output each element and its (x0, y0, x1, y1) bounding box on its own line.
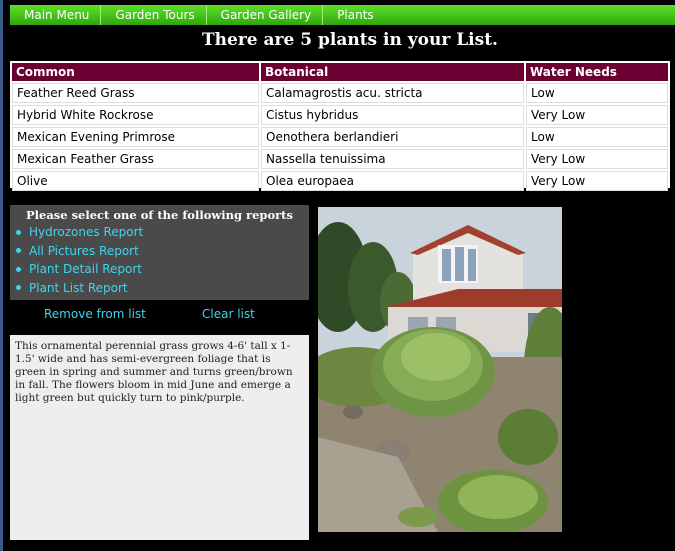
bullet-icon (16, 266, 21, 272)
table-row[interactable]: Mexican Evening Primrose Oenothera berla… (12, 127, 668, 147)
nav-garden-gallery[interactable]: Garden Gallery (207, 5, 324, 25)
table-row[interactable]: Hybrid White Rockrose Cistus hybridus Ve… (12, 105, 668, 125)
cell-water-needs: Low (526, 83, 668, 103)
plant-photo (318, 207, 562, 532)
cell-common: Olive (12, 171, 259, 191)
cell-water-needs: Very Low (526, 171, 668, 191)
report-label: All Pictures Report (29, 243, 139, 258)
nav-main-menu[interactable]: Main Menu (10, 5, 102, 25)
reports-title: Please select one of the following repor… (26, 208, 293, 222)
cell-common: Mexican Evening Primrose (12, 127, 259, 147)
cell-botanical: Olea europaea (261, 171, 524, 191)
table-row[interactable]: Feather Reed Grass Calamagrostis acu. st… (12, 83, 668, 103)
reports-list: Hydrozones Report All Pictures Report Pl… (10, 223, 309, 297)
table-header-row: Common Botanical Water Needs (12, 63, 668, 81)
header-water-needs: Water Needs (526, 63, 668, 81)
reports-panel: Please select one of the following repor… (10, 205, 309, 300)
cell-botanical: Cistus hybridus (261, 105, 524, 125)
window-edge (0, 0, 3, 551)
report-link-plant-list[interactable]: Plant List Report (16, 279, 309, 298)
cell-botanical: Calamagrostis acu. stricta (261, 83, 524, 103)
table-row[interactable]: Mexican Feather Grass Nassella tenuissim… (12, 149, 668, 169)
report-link-all-pictures[interactable]: All Pictures Report (16, 242, 309, 261)
list-actions: Remove from list Clear list (10, 307, 309, 325)
report-label: Plant Detail Report (29, 262, 142, 276)
page-title: There are 5 plants in your List. (202, 30, 498, 50)
cell-water-needs: Low (526, 127, 668, 147)
bullet-icon (16, 248, 21, 254)
cell-common: Feather Reed Grass (12, 83, 259, 103)
table-row[interactable]: Olive Olea europaea Very Low (12, 171, 668, 191)
plant-description: This ornamental perennial grass grows 4-… (10, 335, 309, 540)
bullet-icon (16, 285, 21, 291)
cell-water-needs: Very Low (526, 149, 668, 169)
clear-list-link[interactable]: Clear list (202, 307, 255, 321)
cell-botanical: Nassella tenuissima (261, 149, 524, 169)
main-nav: Main Menu Garden Tours Garden Gallery Pl… (10, 5, 675, 25)
header-common: Common (12, 63, 259, 81)
nav-garden-tours[interactable]: Garden Tours (101, 5, 207, 25)
cell-botanical: Oenothera berlandieri (261, 127, 524, 147)
report-link-hydrozones[interactable]: Hydrozones Report (16, 223, 309, 242)
cell-water-needs: Very Low (526, 105, 668, 125)
plant-photo-illustration (318, 207, 562, 532)
bullet-icon (16, 229, 21, 235)
report-label: Hydrozones Report (29, 225, 144, 239)
cell-common: Hybrid White Rockrose (12, 105, 259, 125)
header-botanical: Botanical (261, 63, 524, 81)
report-link-plant-detail[interactable]: Plant Detail Report (16, 260, 309, 279)
remove-from-list-link[interactable]: Remove from list (44, 307, 146, 321)
nav-plants[interactable]: Plants (323, 5, 385, 25)
plant-list-table-container: Common Botanical Water Needs Feather Ree… (10, 61, 670, 191)
cell-common: Mexican Feather Grass (12, 149, 259, 169)
plant-list-table: Common Botanical Water Needs Feather Ree… (10, 61, 670, 193)
report-label: Plant List Report (29, 280, 128, 295)
